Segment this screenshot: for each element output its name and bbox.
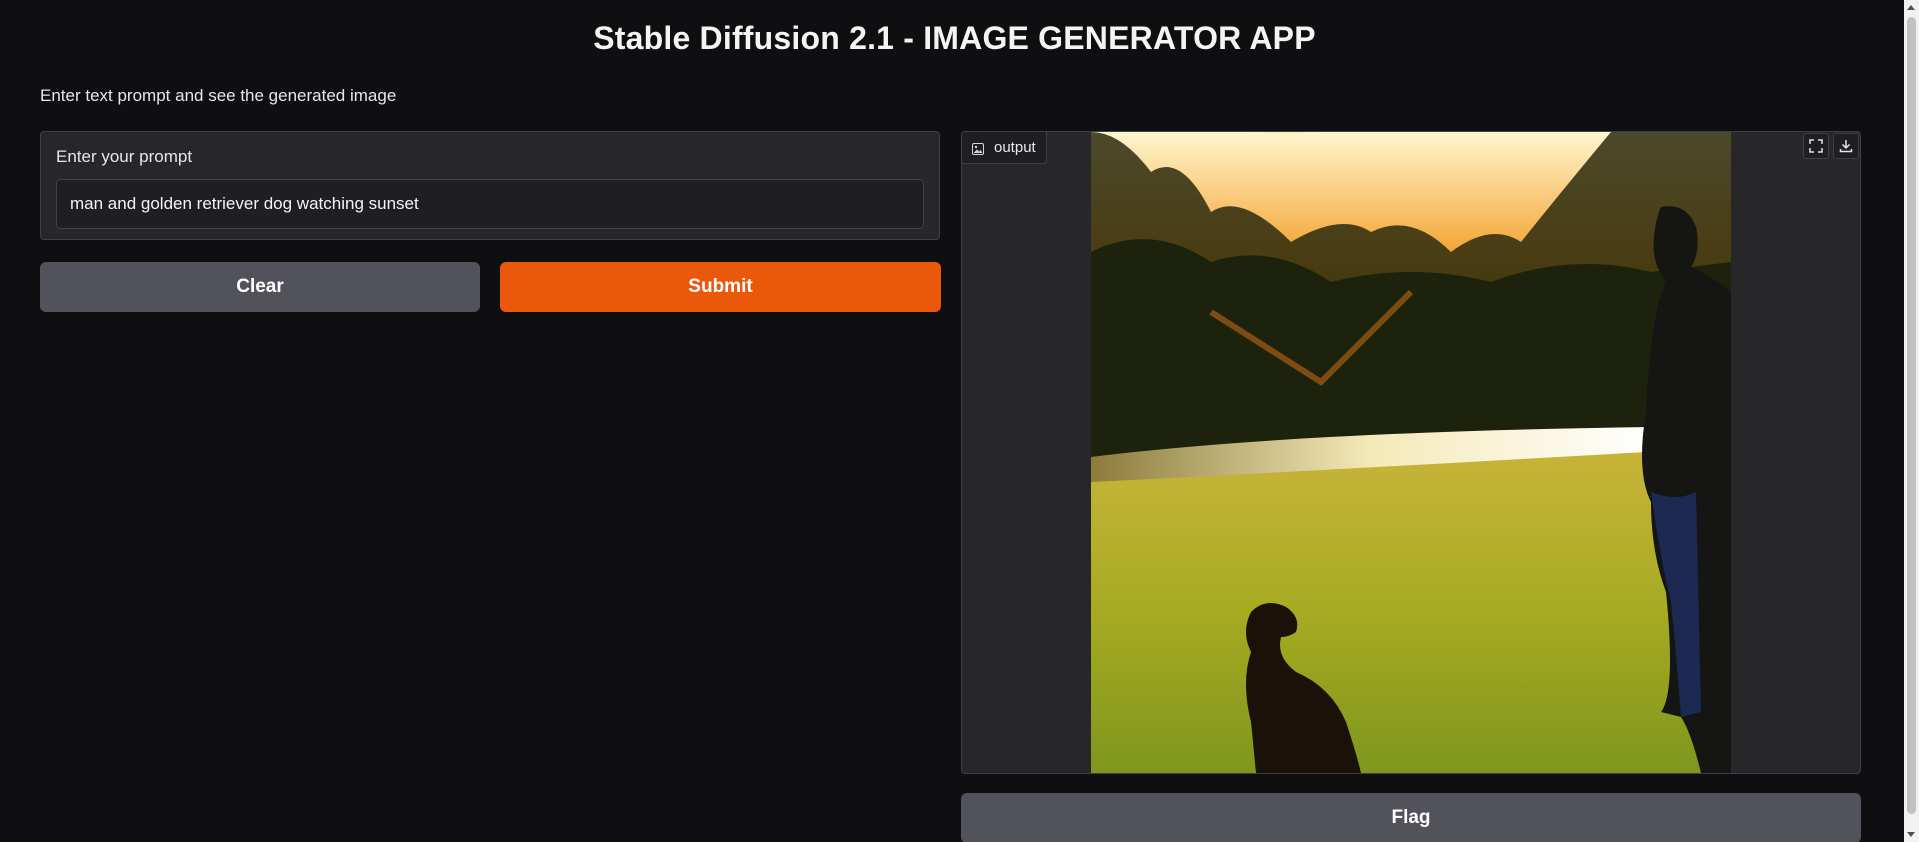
prompt-block: Enter your prompt man and golden retriev… [40,131,940,240]
page-title: Stable Diffusion 2.1 - IMAGE GENERATOR A… [593,20,1316,56]
page-description: Enter text prompt and see the generated … [40,86,397,105]
scroll-thumb[interactable] [1907,17,1916,814]
flag-button[interactable]: Flag [961,793,1861,842]
prompt-label: Enter your prompt [56,147,193,166]
prompt-input[interactable]: man and golden retriever dog watching su… [56,179,924,229]
image-toolbar [1802,132,1860,160]
image-icon [972,142,984,155]
app-page: Stable Diffusion 2.1 - IMAGE GENERATOR A… [0,0,1919,842]
output-image-panel: output [961,131,1861,774]
output-label: output [994,139,1036,156]
fullscreen-icon[interactable] [1803,133,1829,159]
scroll-down-icon[interactable] [1907,832,1915,837]
download-icon[interactable] [1833,133,1859,159]
scroll-up-icon[interactable] [1907,5,1915,10]
clear-button[interactable]: Clear [40,262,480,312]
output-label-tag: output [962,132,1047,164]
vertical-scrollbar[interactable] [1904,0,1919,842]
submit-button[interactable]: Submit [500,262,941,312]
generated-image [1091,132,1731,773]
